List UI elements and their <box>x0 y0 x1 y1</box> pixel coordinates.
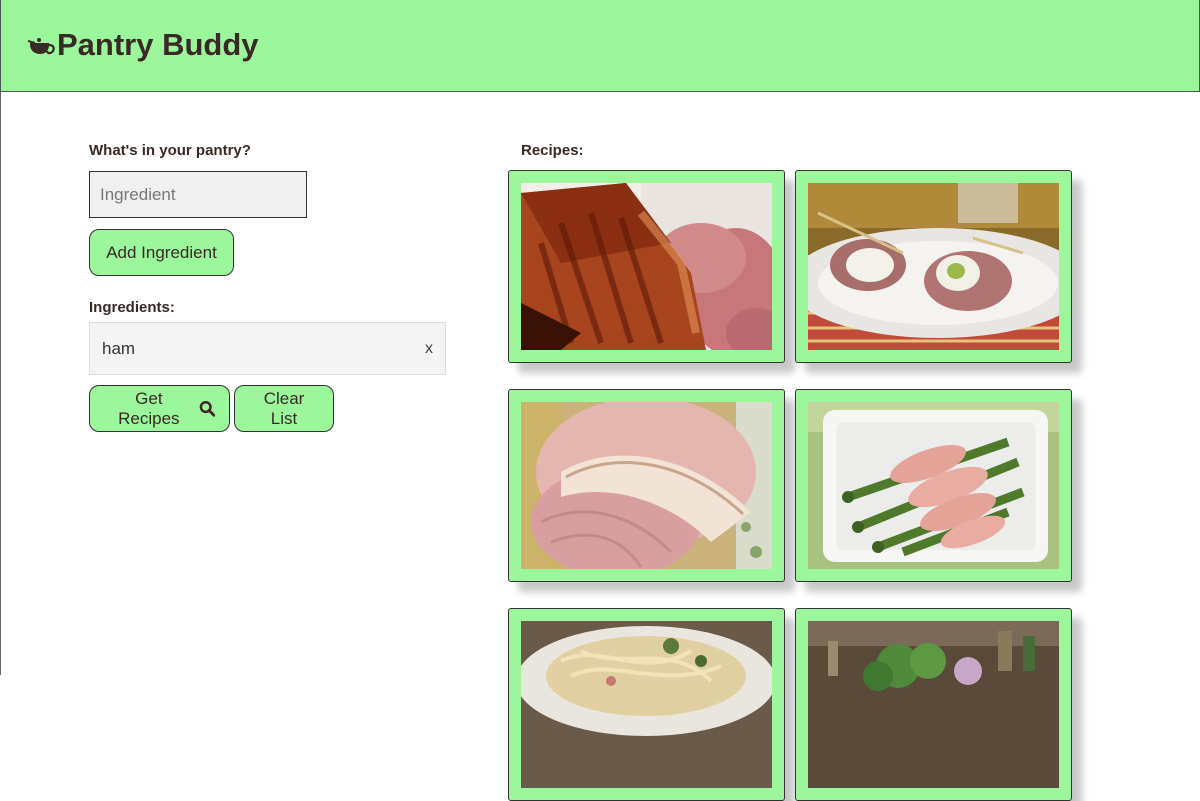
ingredients-list: ham x <box>89 322 446 375</box>
ham-cream-cheese-pickle-rolls-photo <box>808 183 1059 350</box>
page-left-border <box>0 92 1 675</box>
recipe-card[interactable] <box>795 389 1072 582</box>
spiral-ham-photo <box>521 402 772 569</box>
ingredients-label: Ingredients: <box>89 299 175 316</box>
clear-list-label: Clear List <box>263 388 305 428</box>
brand[interactable]: Pantry Buddy <box>28 27 259 63</box>
clear-list-button[interactable]: Clear List <box>234 385 334 432</box>
add-ingredient-label: Add Ingredient <box>106 242 217 262</box>
recipe-card[interactable] <box>508 170 785 363</box>
ingredient-input[interactable] <box>89 171 307 218</box>
search-icon <box>199 401 215 417</box>
ham-pasta-photo <box>521 621 772 788</box>
cooking-pot-icon <box>28 38 55 55</box>
recipe-grid <box>508 170 1072 801</box>
recipe-card[interactable] <box>795 170 1072 363</box>
pantry-panel: What's in your pantry? Add Ingredient In… <box>89 142 449 432</box>
recipe-card[interactable] <box>508 608 785 801</box>
recipe-card[interactable] <box>508 389 785 582</box>
get-recipes-label: Get Recipes <box>118 388 180 428</box>
glazed-ham-slices-photo <box>521 183 772 350</box>
remove-ingredient-button[interactable]: x <box>425 340 433 358</box>
asparagus-ham-roll-ups-photo <box>808 402 1059 569</box>
herb-garden-dish-photo <box>808 621 1059 788</box>
recipes-label: Recipes: <box>521 142 584 159</box>
app-header: Pantry Buddy <box>0 0 1200 92</box>
get-recipes-button[interactable]: Get Recipes <box>89 385 230 432</box>
action-buttons: Get Recipes Clear List <box>89 385 449 432</box>
pantry-question-label: What's in your pantry? <box>89 142 251 159</box>
ingredient-name: ham <box>102 338 136 358</box>
recipe-card[interactable] <box>795 608 1072 801</box>
add-ingredient-button[interactable]: Add Ingredient <box>89 229 234 276</box>
app-title: Pantry Buddy <box>57 27 259 62</box>
list-item: ham x <box>90 323 445 374</box>
